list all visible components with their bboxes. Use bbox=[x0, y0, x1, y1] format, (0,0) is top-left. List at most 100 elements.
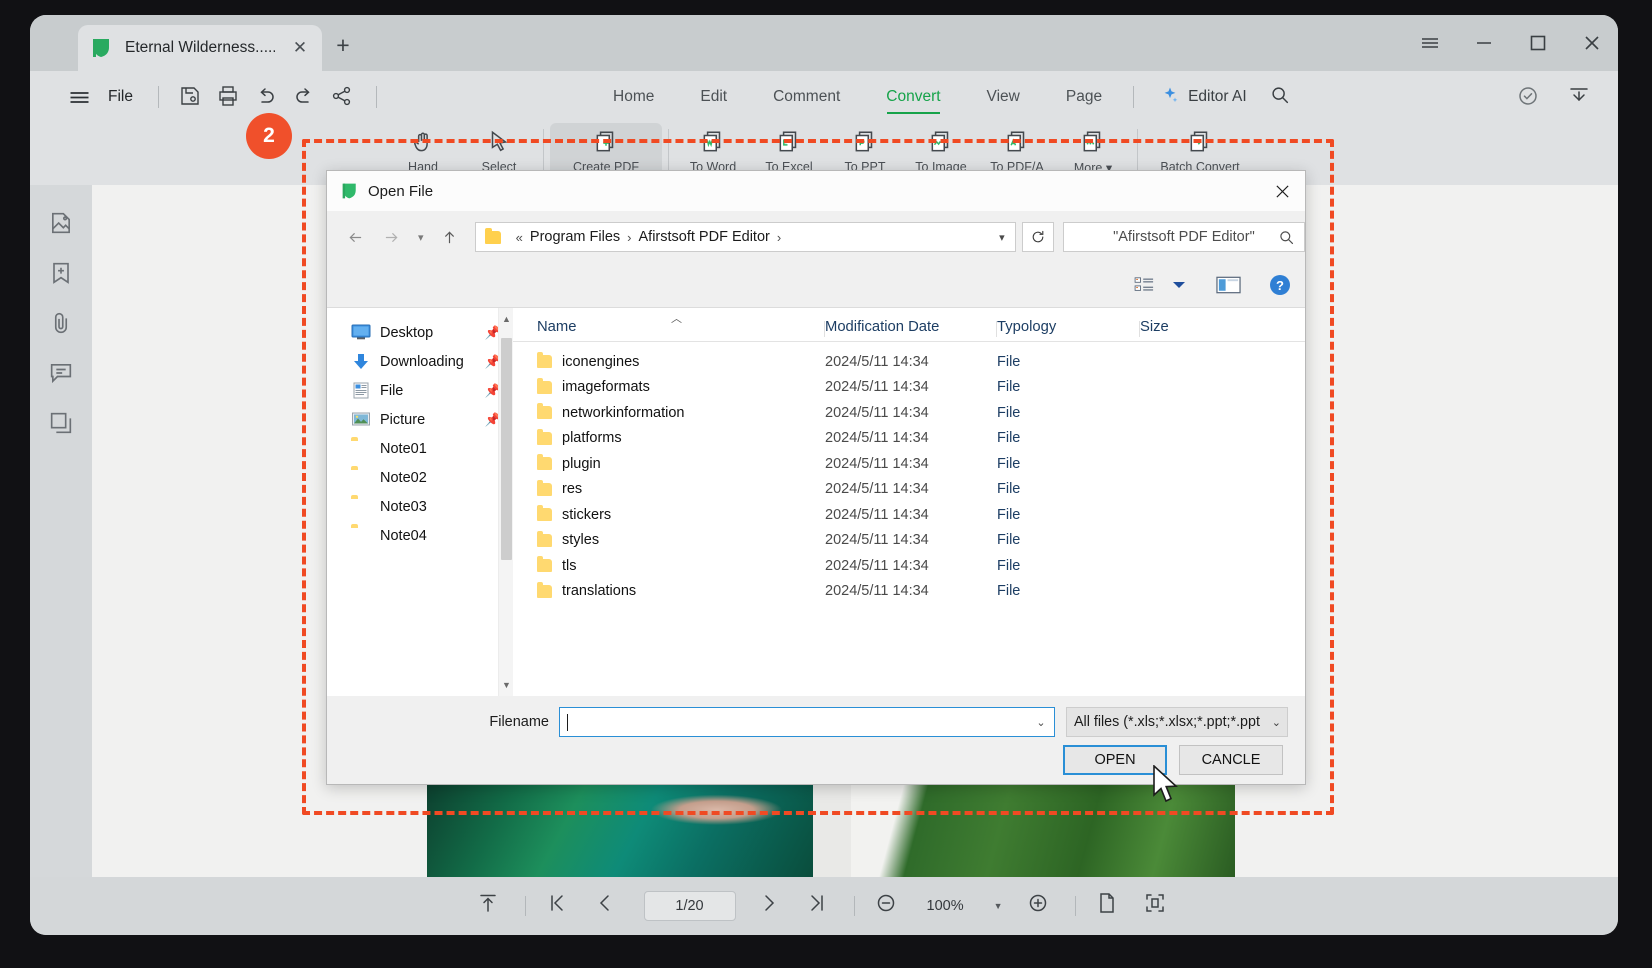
text-caret bbox=[567, 713, 568, 731]
folder-icon bbox=[537, 530, 552, 547]
tab-home[interactable]: Home bbox=[590, 71, 677, 123]
view-dropdown-caret-down-icon[interactable] bbox=[1172, 280, 1186, 290]
zoom-out-icon[interactable] bbox=[874, 891, 904, 921]
place-note04[interactable]: Note04 bbox=[327, 521, 513, 550]
bookmark-add-icon[interactable] bbox=[47, 259, 75, 287]
column-header-size[interactable]: Size bbox=[1140, 319, 1240, 341]
table-row[interactable]: iconengines 2024/5/11 14:34 File bbox=[513, 349, 1305, 375]
editor-ai-button[interactable]: Editor AI bbox=[1160, 85, 1247, 110]
close-window-icon[interactable] bbox=[1580, 31, 1604, 55]
next-page-icon[interactable] bbox=[757, 891, 787, 921]
comment-icon[interactable] bbox=[47, 359, 75, 387]
column-header-modification-date[interactable]: Modification Date bbox=[825, 319, 997, 341]
dialog-buttons: OPEN CANCLE bbox=[1063, 745, 1283, 775]
undo-icon[interactable] bbox=[254, 84, 281, 111]
table-row[interactable]: plugin 2024/5/11 14:34 File bbox=[513, 451, 1305, 477]
file-type-cell: File bbox=[997, 481, 1021, 498]
last-page-icon[interactable] bbox=[805, 891, 835, 921]
folder-icon bbox=[351, 527, 371, 544]
scroll-up-icon[interactable]: ▲ bbox=[499, 310, 514, 328]
recent-locations-chevron-down-icon[interactable]: ▾ bbox=[413, 222, 429, 252]
table-row[interactable]: tls 2024/5/11 14:34 File bbox=[513, 553, 1305, 579]
zoom-in-icon[interactable] bbox=[1026, 891, 1056, 921]
new-tab-button[interactable]: + bbox=[330, 33, 356, 59]
place-file[interactable]: File 📌 bbox=[327, 376, 513, 405]
file-name-cell: iconengines bbox=[513, 352, 825, 370]
filename-dropdown-icon[interactable]: ⌄ bbox=[1028, 708, 1054, 736]
maximize-icon[interactable] bbox=[1526, 31, 1550, 55]
table-row[interactable]: translations 2024/5/11 14:34 File bbox=[513, 579, 1305, 605]
table-row[interactable]: platforms 2024/5/11 14:34 File bbox=[513, 426, 1305, 452]
scroll-down-icon[interactable]: ▼ bbox=[499, 676, 514, 694]
place-downloading[interactable]: Downloading 📌 bbox=[327, 347, 513, 376]
menu-hamburger-icon[interactable] bbox=[1418, 31, 1442, 55]
refresh-icon[interactable] bbox=[1021, 222, 1054, 252]
to-excel-icon bbox=[776, 128, 802, 156]
page-indicator[interactable]: 1/20 bbox=[643, 891, 736, 921]
file-type-cell: File bbox=[997, 532, 1021, 549]
search-input[interactable]: "Afirstsoft PDF Editor" bbox=[1062, 222, 1306, 252]
file-type-filter-select[interactable]: All files (*.xls;*.xlsx;*.ppt;*.ppt ⌄ bbox=[1066, 707, 1288, 737]
layers-icon[interactable] bbox=[47, 409, 75, 437]
zoom-level-select[interactable]: 100% ▼ bbox=[917, 891, 1013, 921]
tab-convert[interactable]: Convert bbox=[863, 71, 963, 123]
fit-screen-icon[interactable] bbox=[1143, 891, 1173, 921]
redo-icon[interactable] bbox=[292, 84, 319, 111]
breadcrumb-segment-2[interactable]: Afirstsoft PDF Editor bbox=[639, 229, 770, 245]
breadcrumb[interactable]: « Program Files › Afirstsoft PDF Editor … bbox=[474, 222, 1016, 252]
separator bbox=[375, 86, 377, 108]
picture-icon bbox=[351, 411, 371, 428]
table-row[interactable]: imageformats 2024/5/11 14:34 File bbox=[513, 375, 1305, 401]
arrow-left-icon[interactable] bbox=[341, 222, 371, 252]
previous-page-icon[interactable] bbox=[593, 891, 623, 921]
place-desktop[interactable]: Desktop 📌 bbox=[327, 318, 513, 347]
filename-input[interactable]: ⌄ bbox=[559, 707, 1055, 737]
search-icon[interactable] bbox=[1269, 84, 1291, 111]
table-row[interactable]: res 2024/5/11 14:34 File bbox=[513, 477, 1305, 503]
print-icon[interactable] bbox=[216, 84, 243, 111]
minimize-icon[interactable] bbox=[1472, 31, 1496, 55]
chevron-right-icon: › bbox=[627, 229, 632, 245]
document-tab[interactable]: Eternal Wilderness...... ✕ bbox=[78, 25, 322, 71]
folder-icon bbox=[537, 556, 552, 573]
help-icon[interactable]: ? bbox=[1269, 274, 1291, 296]
tab-comment[interactable]: Comment bbox=[750, 71, 863, 123]
place-note02[interactable]: Note02 bbox=[327, 463, 513, 492]
share-icon[interactable] bbox=[330, 84, 357, 111]
scrollbar-thumb[interactable] bbox=[501, 338, 512, 560]
chevron-down-icon: ⌄ bbox=[1271, 717, 1281, 729]
preview-pane-icon[interactable] bbox=[1216, 275, 1241, 295]
places-scrollbar[interactable]: ▲ ▼ bbox=[498, 308, 513, 696]
arrow-right-icon[interactable] bbox=[377, 222, 407, 252]
column-header-name[interactable]: Name bbox=[513, 319, 825, 341]
single-page-icon[interactable] bbox=[1095, 891, 1125, 921]
separator bbox=[1133, 86, 1135, 108]
place-note03[interactable]: Note03 bbox=[327, 492, 513, 521]
view-options-icon[interactable] bbox=[1134, 276, 1156, 294]
attachment-icon[interactable] bbox=[47, 309, 75, 337]
collapse-ribbon-icon[interactable] bbox=[1567, 84, 1594, 111]
breadcrumb-segment-1[interactable]: Program Files bbox=[530, 229, 620, 245]
arrow-up-icon[interactable] bbox=[435, 222, 465, 252]
close-tab-icon[interactable]: ✕ bbox=[290, 38, 310, 58]
table-row[interactable]: styles 2024/5/11 14:34 File bbox=[513, 528, 1305, 554]
tab-page[interactable]: Page bbox=[1043, 71, 1125, 123]
fit-page-top-icon[interactable] bbox=[476, 891, 506, 921]
thumbnail-icon[interactable] bbox=[47, 209, 75, 237]
first-page-icon[interactable] bbox=[545, 891, 575, 921]
close-icon[interactable] bbox=[1259, 171, 1305, 211]
cancel-button[interactable]: CANCLE bbox=[1179, 745, 1283, 775]
place-note01[interactable]: Note01 bbox=[327, 434, 513, 463]
table-row[interactable]: networkinformation 2024/5/11 14:34 File bbox=[513, 400, 1305, 426]
tab-edit[interactable]: Edit bbox=[677, 71, 750, 123]
open-button[interactable]: OPEN bbox=[1063, 745, 1167, 775]
place-picture[interactable]: Picture 📌 bbox=[327, 405, 513, 434]
breadcrumb-dropdown-icon[interactable]: ▾ bbox=[989, 223, 1015, 251]
cloud-check-icon[interactable] bbox=[1516, 84, 1543, 111]
tab-view[interactable]: View bbox=[964, 71, 1043, 123]
column-header-typology[interactable]: Typology bbox=[997, 319, 1140, 341]
save-icon[interactable] bbox=[178, 84, 205, 111]
table-row[interactable]: stickers 2024/5/11 14:34 File bbox=[513, 502, 1305, 528]
hamburger-menu-icon[interactable] bbox=[66, 84, 93, 111]
file-menu-label[interactable]: File bbox=[108, 88, 133, 106]
